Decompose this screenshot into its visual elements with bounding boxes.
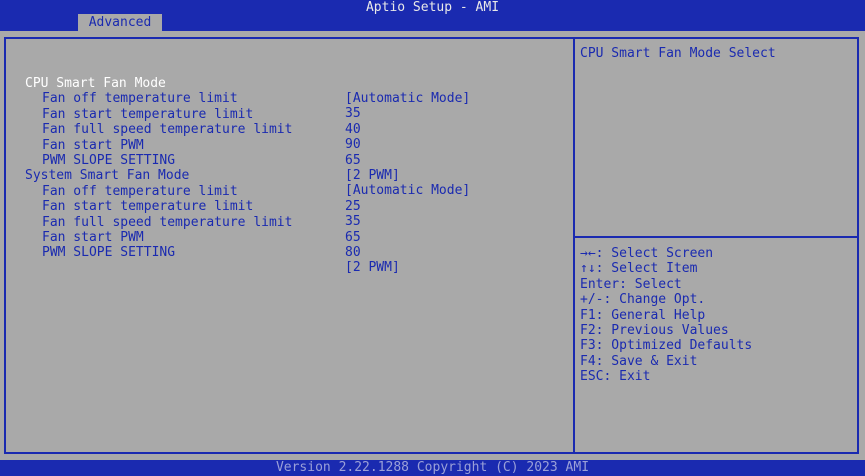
setting-sys-fan-off-temp[interactable]: Fan off temperature limit 25 <box>0 169 570 214</box>
setting-value[interactable]: [2 PWM] <box>345 260 400 275</box>
bios-screen: Aptio Setup - AMI Advanced CPU Smart Fan… <box>0 0 865 476</box>
setting-cpu-smart-fan-mode[interactable]: CPU Smart Fan Mode [Automatic Mode] <box>0 61 570 106</box>
setting-cpu-fan-full-speed-temp[interactable]: Fan full speed temperature limit 90 <box>0 107 570 152</box>
settings-list: CPU Smart Fan Mode [Automatic Mode] Fan … <box>0 61 570 275</box>
setting-sys-fan-full-speed-temp[interactable]: Fan full speed temperature limit 65 <box>0 200 570 245</box>
key-help-previous-values: F2: Previous Values <box>580 322 729 338</box>
setting-sys-fan-start-pwm[interactable]: Fan start PWM 80 <box>0 215 570 260</box>
help-divider <box>575 236 857 238</box>
key-help-optimized-defaults: F3: Optimized Defaults <box>580 338 753 354</box>
setting-label: PWM SLOPE SETTING <box>42 245 176 261</box>
help-description: CPU Smart Fan Mode Select <box>580 46 776 61</box>
vertical-divider <box>573 37 575 454</box>
key-help-select-item: ↑↓: Select Item <box>580 261 698 277</box>
setting-sys-fan-start-temp[interactable]: Fan start temperature limit 35 <box>0 184 570 229</box>
setting-cpu-pwm-slope[interactable]: PWM SLOPE SETTING [2 PWM] <box>0 138 570 183</box>
main-panel: CPU Smart Fan Mode [Automatic Mode] Fan … <box>0 31 865 460</box>
key-help-select-screen: →←: Select Screen <box>580 246 714 261</box>
setting-system-smart-fan-mode[interactable]: System Smart Fan Mode [Automatic Mode] <box>0 153 570 198</box>
version-footer: Version 2.22.1288 Copyright (C) 2023 AMI <box>275 460 590 475</box>
setting-value[interactable]: 80 <box>345 245 361 260</box>
key-help-save-exit: F4: Save & Exit <box>580 353 698 369</box>
key-help-enter: Enter: Select <box>580 276 682 292</box>
key-help-exit: ESC: Exit <box>580 369 651 385</box>
key-help-general-help: F1: General Help <box>580 307 706 323</box>
key-help-change-opt: +/-: Change Opt. <box>580 292 706 308</box>
key-help-list: →←: Select Screen ↑↓: Select Item Enter:… <box>580 246 855 385</box>
setting-sys-pwm-slope[interactable]: PWM SLOPE SETTING [2 PWM] <box>0 230 570 275</box>
setting-cpu-fan-start-temp[interactable]: Fan start temperature limit 40 <box>0 92 570 137</box>
tab-advanced[interactable]: Advanced <box>78 14 162 31</box>
setting-cpu-fan-start-pwm[interactable]: Fan start PWM 65 <box>0 123 570 168</box>
setting-cpu-fan-off-temp[interactable]: Fan off temperature limit 35 <box>0 76 570 121</box>
